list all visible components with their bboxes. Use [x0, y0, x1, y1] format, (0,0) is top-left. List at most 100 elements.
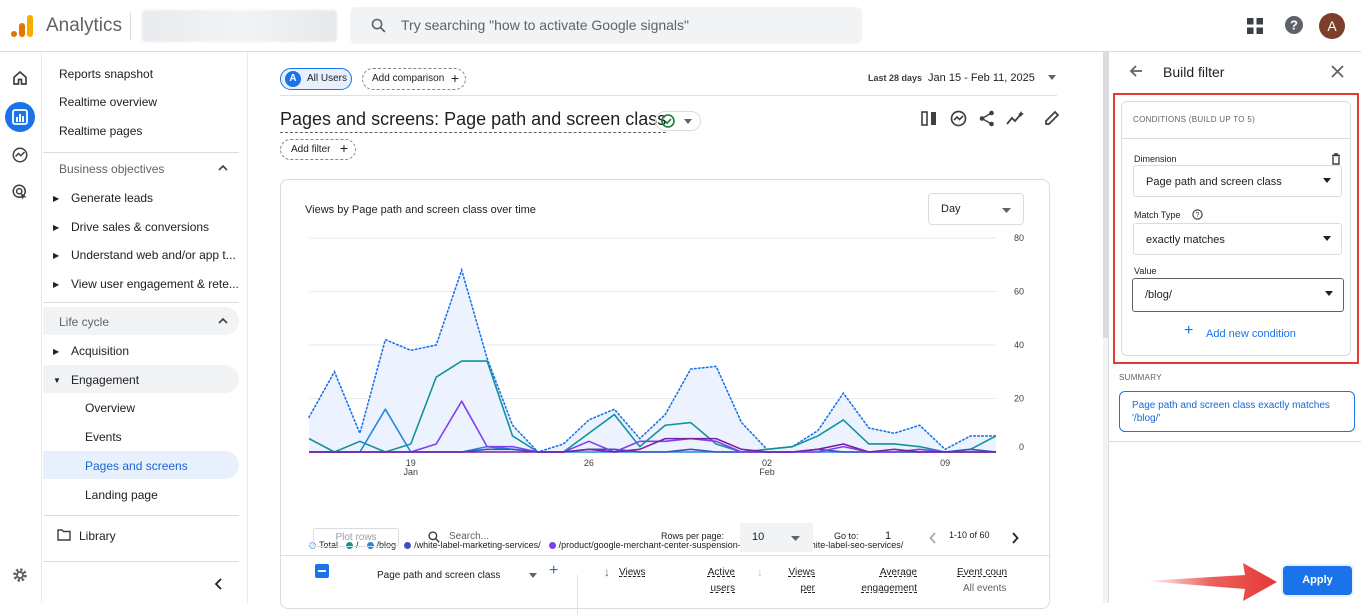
nav-events[interactable]: Events	[85, 430, 122, 444]
nav-library[interactable]: Library	[79, 529, 116, 543]
column-subheader-event-count: All events	[963, 583, 1007, 594]
account-selector[interactable]	[142, 10, 337, 42]
dropdown-arrow-icon[interactable]	[529, 573, 537, 578]
add-comparison-button[interactable]: Add comparison +	[362, 68, 466, 90]
nav-reports-snapshot[interactable]: Reports snapshot	[59, 67, 153, 81]
reports-icon[interactable]	[5, 102, 35, 132]
app-title: Analytics	[46, 15, 123, 36]
nav-landing-page[interactable]: Landing page	[85, 488, 158, 502]
svg-text:?: ?	[1196, 212, 1200, 219]
nav-understand-web[interactable]: Understand web and/or app t...	[71, 248, 236, 262]
value-select[interactable]: /blog/	[1132, 278, 1344, 312]
match-type-select[interactable]: exactly matches	[1133, 223, 1342, 255]
table-search-input[interactable]: Search...	[449, 531, 489, 542]
dimension-label: Dimension	[1134, 154, 1177, 164]
red-pointer-arrow-icon	[1145, 563, 1277, 601]
rows-per-page-select[interactable]: 10	[740, 523, 813, 552]
divider	[1109, 441, 1361, 442]
divider	[130, 12, 131, 40]
apps-grid-icon[interactable]	[1247, 18, 1263, 34]
plus-icon: +	[339, 140, 348, 156]
nav-view-engagement[interactable]: View user engagement & rete...	[71, 277, 239, 291]
pagination-range: 1-10 of 60	[949, 530, 990, 540]
share-icon[interactable]	[979, 110, 995, 127]
conditions-highlight-box: CONDITIONS (BUILD UP TO 5) Dimension Pag…	[1113, 93, 1359, 364]
nav-realtime-pages[interactable]: Realtime pages	[59, 124, 142, 138]
granularity-select[interactable]: Day	[928, 193, 1024, 225]
column-header-views-per-user[interactable]: Views per active	[775, 565, 816, 597]
nav-acquisition[interactable]: Acquisition	[71, 344, 129, 358]
segment-chip-all-users[interactable]: A All Users	[280, 68, 352, 90]
divider	[577, 575, 578, 615]
report-status-dropdown[interactable]	[655, 111, 701, 131]
nav-engagement[interactable]: Engagement	[71, 373, 139, 387]
plus-icon: +	[450, 70, 459, 86]
compare-columns-icon[interactable]	[921, 111, 938, 126]
date-range-value: Jan 15 - Feb 11, 2025	[928, 72, 1035, 84]
nav-overview[interactable]: Overview	[85, 401, 135, 415]
caret-right-icon: ▶	[53, 223, 60, 232]
settings-gear-icon[interactable]	[11, 566, 29, 584]
analytics-logo-icon[interactable]	[10, 14, 34, 38]
divider	[43, 152, 239, 153]
add-filter-button[interactable]: Add filter +	[280, 139, 356, 160]
sort-arrow-down-icon[interactable]: ↓	[604, 565, 610, 579]
check-circle-icon	[661, 114, 675, 128]
help-circle-icon[interactable]: ?	[1192, 209, 1203, 220]
nav-generate-leads[interactable]: Generate leads	[71, 191, 153, 205]
plot-rows-button[interactable]: Plot rows	[313, 528, 399, 547]
x-tick-sublabel: Jan	[404, 467, 419, 477]
select-all-checkbox[interactable]	[315, 564, 329, 578]
nav-pages-and-screens[interactable]: Pages and screens	[85, 459, 188, 473]
add-dimension-plus-icon[interactable]: +	[549, 562, 558, 580]
nav-realtime-overview[interactable]: Realtime overview	[59, 95, 157, 109]
dropdown-arrow-icon	[1047, 75, 1056, 80]
dimension-value: Page path and screen class	[1146, 176, 1282, 188]
column-header-avg-engagement[interactable]: Average engagement time per	[845, 565, 917, 597]
sort-arrow-down-icon[interactable]: ↓	[757, 565, 763, 579]
advertising-icon[interactable]	[11, 183, 29, 201]
dropdown-arrow-icon	[1323, 178, 1331, 183]
business-objectives-header[interactable]: Business objectives	[59, 162, 164, 176]
close-icon[interactable]	[1331, 65, 1344, 78]
divider	[43, 515, 239, 516]
add-new-condition-button[interactable]: Add new condition	[1206, 328, 1296, 340]
report-navigation: Reports snapshot Realtime overview Realt…	[43, 52, 248, 603]
avatar[interactable]: A	[1319, 13, 1345, 39]
prev-page-chevron-icon[interactable]	[929, 532, 937, 544]
dropdown-arrow-icon	[684, 119, 692, 124]
segment-letter-badge: A	[285, 71, 301, 87]
apply-button[interactable]: Apply	[1283, 566, 1352, 595]
home-icon[interactable]	[11, 69, 29, 87]
back-arrow-icon[interactable]	[1129, 64, 1143, 78]
top-bar: Analytics Try searching "how to activate…	[0, 0, 1361, 52]
chevron-up-icon[interactable]	[218, 317, 228, 325]
nav-drive-sales[interactable]: Drive sales & conversions	[71, 220, 209, 234]
legend-swatch	[404, 542, 412, 549]
next-page-chevron-icon[interactable]	[1011, 532, 1019, 544]
caret-right-icon: ▶	[53, 280, 60, 289]
insights-icon[interactable]	[950, 110, 967, 127]
value-input-value: /blog/	[1145, 289, 1172, 301]
goto-input[interactable]: 1	[885, 530, 891, 542]
delete-trash-icon[interactable]	[1331, 153, 1341, 165]
segment-chip-label: All Users	[307, 73, 348, 84]
collapse-chevron-left-icon[interactable]	[214, 578, 224, 590]
column-header-views[interactable]: Views	[619, 565, 651, 581]
search-icon	[371, 18, 386, 33]
life-cycle-title: Life cycle	[59, 315, 110, 329]
date-range-picker[interactable]: Last 28 days Jan 15 - Feb 11, 2025	[868, 72, 1056, 84]
column-header-active-users[interactable]: Active users	[691, 565, 735, 597]
help-icon[interactable]: ?	[1284, 15, 1304, 35]
dimension-select[interactable]: Page path and screen class	[1133, 165, 1342, 197]
chevron-up-icon[interactable]	[218, 164, 228, 172]
trend-sparkle-icon[interactable]	[1006, 110, 1025, 126]
divider	[281, 555, 1051, 556]
page-title[interactable]: Pages and screens: Page path and screen …	[280, 109, 667, 133]
build-filter-panel: Build filter CONDITIONS (BUILD UP TO 5) …	[1108, 52, 1361, 603]
column-header-event-count[interactable]: Event coun	[957, 565, 1025, 581]
explore-icon[interactable]	[11, 146, 29, 164]
edit-pencil-icon[interactable]	[1044, 110, 1060, 126]
search-bar[interactable]: Try searching "how to activate Google si…	[350, 7, 862, 44]
column-header-dimension[interactable]: Page path and screen class	[377, 568, 500, 584]
